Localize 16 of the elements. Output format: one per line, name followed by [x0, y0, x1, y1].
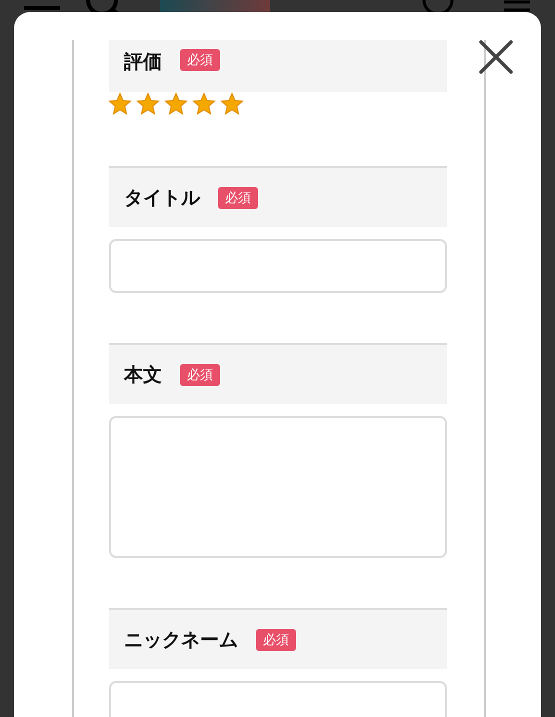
required-badge: 必須 — [180, 49, 220, 71]
star-icon[interactable] — [108, 92, 132, 116]
close-icon[interactable] — [478, 39, 514, 75]
field-label: ニックネーム — [124, 628, 238, 652]
required-badge: 必須 — [180, 364, 220, 386]
field-label: 評価 — [124, 50, 162, 75]
field-label: 本文 — [124, 362, 162, 388]
required-badge: 必須 — [256, 628, 296, 650]
field-label: タイトル — [124, 186, 200, 210]
required-badge: 必須 — [218, 186, 258, 208]
star-icon[interactable] — [192, 92, 216, 116]
text-area[interactable] — [109, 416, 447, 558]
input-field[interactable] — [109, 239, 447, 293]
star-icon[interactable] — [220, 92, 244, 116]
star-icon[interactable] — [164, 92, 188, 116]
star-icon[interactable] — [136, 92, 160, 116]
